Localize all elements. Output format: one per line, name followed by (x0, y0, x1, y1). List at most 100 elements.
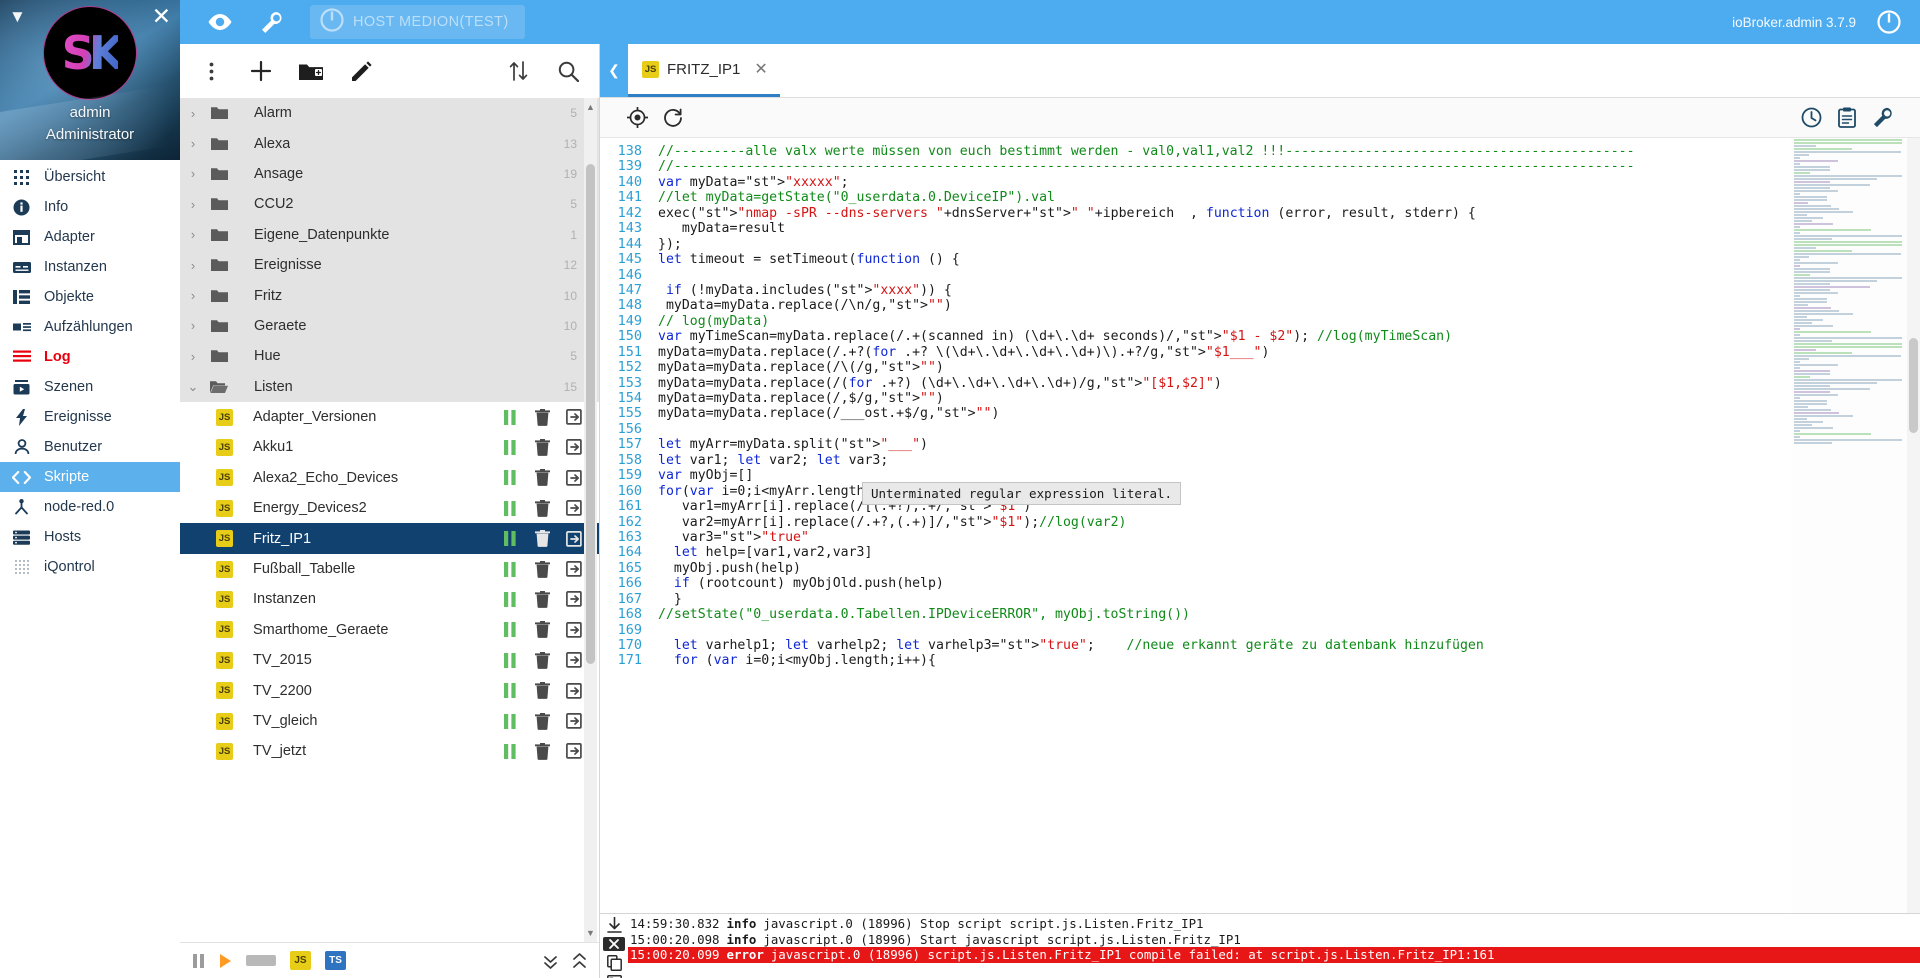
copy-icon[interactable] (603, 955, 625, 971)
pause-icon[interactable] (499, 436, 521, 458)
collapse-all-icon[interactable] (543, 952, 558, 969)
more-menu-icon[interactable] (188, 48, 234, 94)
clock-icon[interactable] (1796, 103, 1826, 133)
log-entry[interactable]: 15:00:20.098 info javascript.0 (18996) Sta… (628, 932, 1920, 948)
chevron-right-icon[interactable]: › (180, 136, 206, 151)
tree-folder-row[interactable]: › Eigene_Datenpunkte 1 (180, 219, 599, 250)
wrench-icon[interactable] (246, 0, 298, 44)
tree-folder-row[interactable]: ⌄ Listen 15 (180, 371, 599, 402)
trash-icon[interactable] (531, 588, 553, 610)
sidebar-item-szenen[interactable]: Szenen (0, 372, 180, 402)
trash-icon[interactable] (531, 406, 553, 428)
scroll-down-arrow-icon[interactable]: ▼ (584, 926, 597, 940)
tree-folder-row[interactable]: › Geraete 10 (180, 310, 599, 342)
sidebar-item-log[interactable]: Log (0, 342, 180, 372)
code-line[interactable]: var myData="st">"xxxxx"; (652, 175, 1920, 190)
host-selector[interactable]: HOST MEDION(TEST) (310, 5, 525, 39)
close-icon[interactable]: ✕ (754, 59, 767, 79)
code-line[interactable]: let timeout = setTimeout(function () { (652, 252, 1920, 267)
tree-scroll-area[interactable]: › Alarm 5 › Alexa 13 › Ansage 19 › CCU2 5 › Eigene_Da… (180, 98, 599, 942)
crosshair-icon[interactable] (622, 103, 652, 133)
open-in-icon[interactable] (563, 436, 585, 458)
trash-icon[interactable] (531, 528, 553, 550)
refresh-icon[interactable] (658, 103, 688, 133)
log-entries[interactable]: 14:59:30.832 info javascript.0 (18996) Sto… (628, 914, 1920, 978)
collapse-drawer-icon[interactable]: ▼ (9, 8, 26, 25)
js-badge[interactable]: JS (290, 951, 311, 970)
sidebar-item-iqontrol[interactable]: iQontrol (0, 552, 180, 582)
open-in-icon[interactable] (563, 558, 585, 580)
chevron-right-icon[interactable]: › (180, 227, 206, 242)
code-line[interactable]: if (rootcount) myObjOld.push(help) (652, 576, 1920, 591)
pause-icon[interactable] (499, 740, 521, 762)
pause-icon[interactable] (499, 558, 521, 580)
trash-icon[interactable] (531, 497, 553, 519)
pause-icon[interactable] (499, 497, 521, 519)
editor-minimap[interactable] (1791, 138, 1907, 913)
tree-folder-row[interactable]: › Hue 5 (180, 341, 599, 372)
open-in-icon[interactable] (563, 528, 585, 550)
code-line[interactable]: myData=myData.replace(/,$/g,"st">"") (652, 391, 1920, 406)
log-entry-error[interactable]: 15:00:20.099 error javascript.0 (18996) sc… (628, 947, 1920, 963)
pause-icon[interactable] (192, 953, 205, 968)
tree-folder-row[interactable]: › Fritz 10 (180, 280, 599, 311)
pause-icon[interactable] (499, 710, 521, 732)
trash-icon[interactable] (531, 649, 553, 671)
code-line[interactable]: var3="st">"true" (652, 530, 1920, 545)
open-in-icon[interactable] (563, 497, 585, 519)
play-icon[interactable] (219, 953, 232, 968)
code-line[interactable]: myData=myData.replace(/.+?(for .+? \(\d+… (652, 345, 1920, 360)
code-line[interactable]: let var1; let var2; let var3; (652, 453, 1920, 468)
sort-arrows-icon[interactable] (495, 48, 541, 94)
sidebar-item-info[interactable]: Info (0, 192, 180, 222)
code-line[interactable]: for(var i=0;i<myArr.length;i++){ (652, 484, 1920, 499)
scrollbar-thumb[interactable] (586, 164, 595, 664)
pause-icon[interactable] (499, 406, 521, 428)
code-line[interactable]: let myArr=myData.split("st">"___") (652, 437, 1920, 452)
tree-scrollbar[interactable]: ▲ ▼ (584, 98, 597, 942)
tree-folder-row[interactable]: › Alexa 13 (180, 128, 599, 159)
chevron-right-icon[interactable]: › (180, 106, 206, 121)
sidebar-item-objekte[interactable]: Objekte (0, 282, 180, 312)
code-line[interactable] (652, 623, 1920, 638)
tree-folder-row[interactable]: › CCU2 5 (180, 189, 599, 220)
tree-script-row-selected[interactable]: JS Fritz_IP1 (180, 523, 599, 554)
code-line[interactable]: var myObj=[] (652, 468, 1920, 483)
tree-script-row[interactable]: JS TV_gleich (180, 705, 599, 737)
code-line[interactable]: myData=myData.replace(/\n/g,"st">"") (652, 298, 1920, 313)
close-icon[interactable]: ✕ (152, 5, 171, 28)
code-line[interactable]: //--------------------------------------… (652, 159, 1920, 174)
editor-scrollbar[interactable] (1907, 138, 1920, 913)
sidebar-item-instanzen[interactable]: Instanzen (0, 252, 180, 282)
scroll-to-bottom-icon[interactable] (603, 917, 625, 933)
power-icon[interactable] (1872, 0, 1906, 44)
code-line[interactable] (652, 268, 1920, 283)
sidebar-item-uebersicht[interactable]: Übersicht (0, 162, 180, 192)
search-icon[interactable] (545, 48, 591, 94)
sidebar-item-aufzaehlungen[interactable]: Aufzählungen (0, 312, 180, 342)
tree-script-row[interactable]: JS TV_2200 (180, 675, 599, 706)
chevron-right-icon[interactable]: › (180, 197, 206, 212)
pause-icon[interactable] (499, 528, 521, 550)
pause-icon[interactable] (499, 467, 521, 489)
code-line[interactable]: exec("st">"nmap -sPR --dns-servers "+dns… (652, 206, 1920, 221)
code-line[interactable] (652, 422, 1920, 437)
tree-script-row[interactable]: JS TV_jetzt (180, 736, 599, 767)
sidebar-item-node-red[interactable]: node-red.0 (0, 492, 180, 522)
trash-icon[interactable] (531, 467, 553, 489)
code-line[interactable]: myObj.push(help) (652, 561, 1920, 576)
trash-icon[interactable] (531, 558, 553, 580)
blockly-badge[interactable] (246, 955, 276, 966)
open-in-icon[interactable] (563, 406, 585, 428)
pause-icon[interactable] (499, 680, 521, 702)
pause-icon[interactable] (499, 619, 521, 641)
tree-folder-row[interactable]: › Alarm 5 (180, 98, 599, 129)
trash-icon[interactable] (531, 680, 553, 702)
scroll-up-arrow-icon[interactable]: ▲ (584, 100, 597, 114)
code-line[interactable]: }); (652, 237, 1920, 252)
code-editor[interactable]: 138 139 140 141 142 143 144 145 146 147 148 149 150 1… (600, 138, 1920, 913)
log-entry[interactable]: 14:59:30.832 info javascript.0 (18996) Sto… (628, 916, 1920, 932)
folder-plus-icon[interactable] (288, 48, 334, 94)
tree-folder-row[interactable]: › Ereignisse 12 (180, 249, 599, 281)
sidebar-item-adapter[interactable]: Adapter (0, 222, 180, 252)
